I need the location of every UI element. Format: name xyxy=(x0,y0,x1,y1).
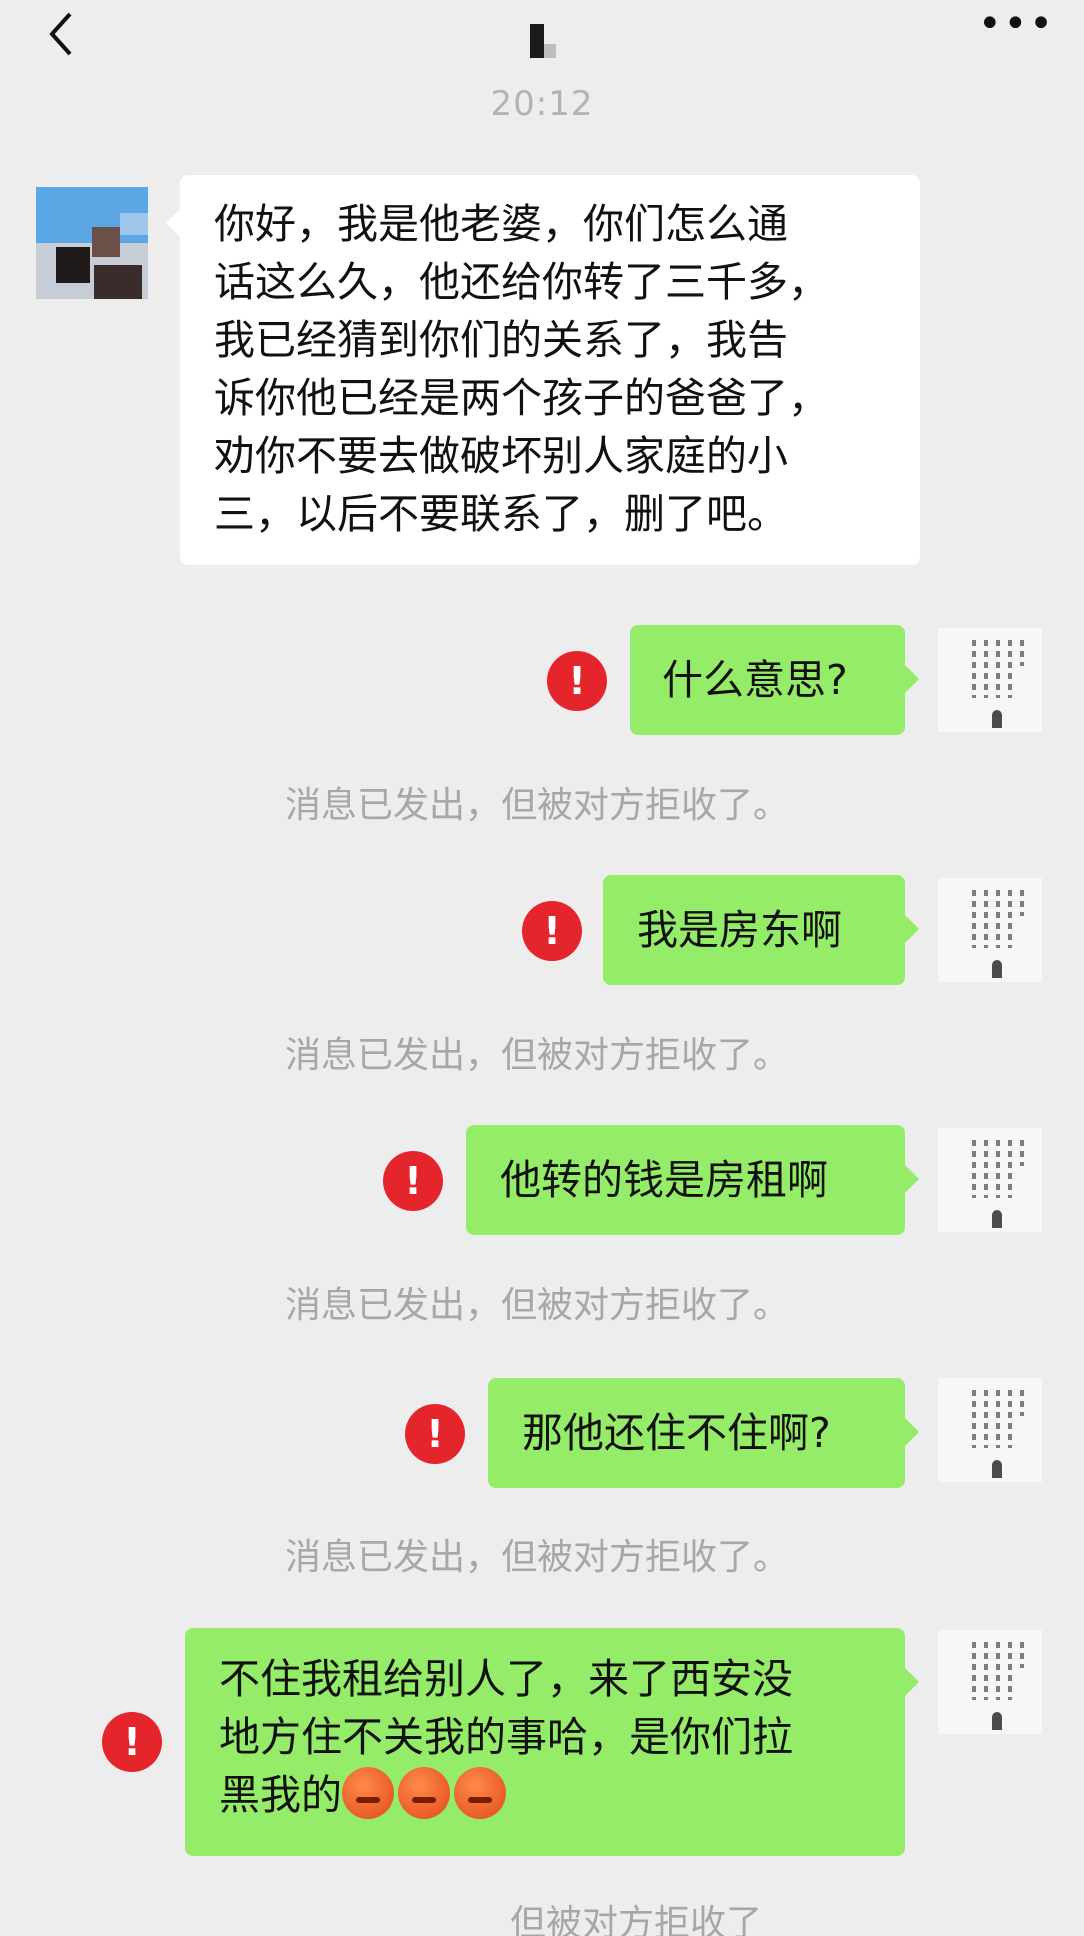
my-avatar[interactable] xyxy=(938,628,1042,732)
message-line: 不住我租给别人了，来了西安没 xyxy=(219,1655,793,1703)
message-line: 三，以后不要联系了，删了吧。 xyxy=(214,490,788,538)
outgoing-message-bubble[interactable]: 什么意思? xyxy=(630,625,919,735)
sweat-emoji-icon xyxy=(454,1767,506,1819)
rejected-notice: 消息已发出，但被对方拒收了。 xyxy=(285,1285,790,1326)
message-line: 诉你他已经是两个孩子的爸爸了， xyxy=(214,374,829,422)
message-text: 我是房东啊 xyxy=(637,906,842,954)
send-failed-icon[interactable]: ! xyxy=(102,1712,162,1772)
chat-header: ••• xyxy=(0,0,1084,80)
send-failed-icon[interactable]: ! xyxy=(547,651,607,711)
more-dots-icon[interactable]: ••• xyxy=(978,4,1053,44)
sweat-emoji-icon xyxy=(398,1767,450,1819)
rejected-notice: 消息已发出，但被对方拒收了。 xyxy=(285,1537,790,1578)
send-failed-icon[interactable]: ! xyxy=(522,901,582,961)
rejected-notice: 消息已发出，但被对方拒收了。 xyxy=(285,785,790,826)
outgoing-message-bubble[interactable]: 他转的钱是房租啊 xyxy=(466,1125,919,1235)
message-line: 劝你不要去做破坏别人家庭的小 xyxy=(214,432,788,480)
message-line: 话这么久，他还给你转了三千多， xyxy=(214,258,829,306)
message-line: 你好，我是他老婆，你们怎么通 xyxy=(214,200,788,248)
send-failed-icon[interactable]: ! xyxy=(405,1404,465,1464)
message-line: 我已经猜到你们的关系了，我告 xyxy=(214,316,788,364)
my-avatar[interactable] xyxy=(938,1630,1042,1734)
message-text: 那他还住不住啊? xyxy=(522,1409,831,1457)
send-failed-icon[interactable]: ! xyxy=(383,1151,443,1211)
rejected-notice: 消息已发出，但被对方拒收了。 xyxy=(285,1035,790,1076)
outgoing-message-bubble[interactable]: 我是房东啊 xyxy=(603,875,919,985)
incoming-message-bubble[interactable]: 你好，我是他老婆，你们怎么通 话这么久，他还给你转了三千多， 我已经猜到你们的关… xyxy=(166,175,920,565)
my-avatar[interactable] xyxy=(938,878,1042,982)
my-avatar[interactable] xyxy=(938,1378,1042,1482)
contact-name-mosaic xyxy=(530,24,556,58)
contact-avatar[interactable] xyxy=(36,187,148,299)
outgoing-message-bubble[interactable]: 不住我租给别人了，来了西安没 地方住不关我的事哈，是你们拉 黑我的 xyxy=(185,1628,919,1856)
message-text: 他转的钱是房租啊 xyxy=(500,1156,828,1204)
sweat-emoji-icon xyxy=(342,1767,394,1819)
message-line-with-emoji: 黑我的 xyxy=(219,1766,885,1824)
my-avatar[interactable] xyxy=(938,1128,1042,1232)
timestamp: 20:12 xyxy=(490,84,594,124)
chevron-left-icon[interactable] xyxy=(40,6,86,62)
message-line: 黑我的 xyxy=(219,1771,342,1819)
message-text: 什么意思? xyxy=(662,656,848,704)
message-line: 地方住不关我的事哈，是你们拉 xyxy=(219,1713,793,1761)
outgoing-message-bubble[interactable]: 那他还住不住啊? xyxy=(488,1378,919,1488)
rejected-notice-partial: 但被对方拒收了 xyxy=(510,1903,763,1936)
